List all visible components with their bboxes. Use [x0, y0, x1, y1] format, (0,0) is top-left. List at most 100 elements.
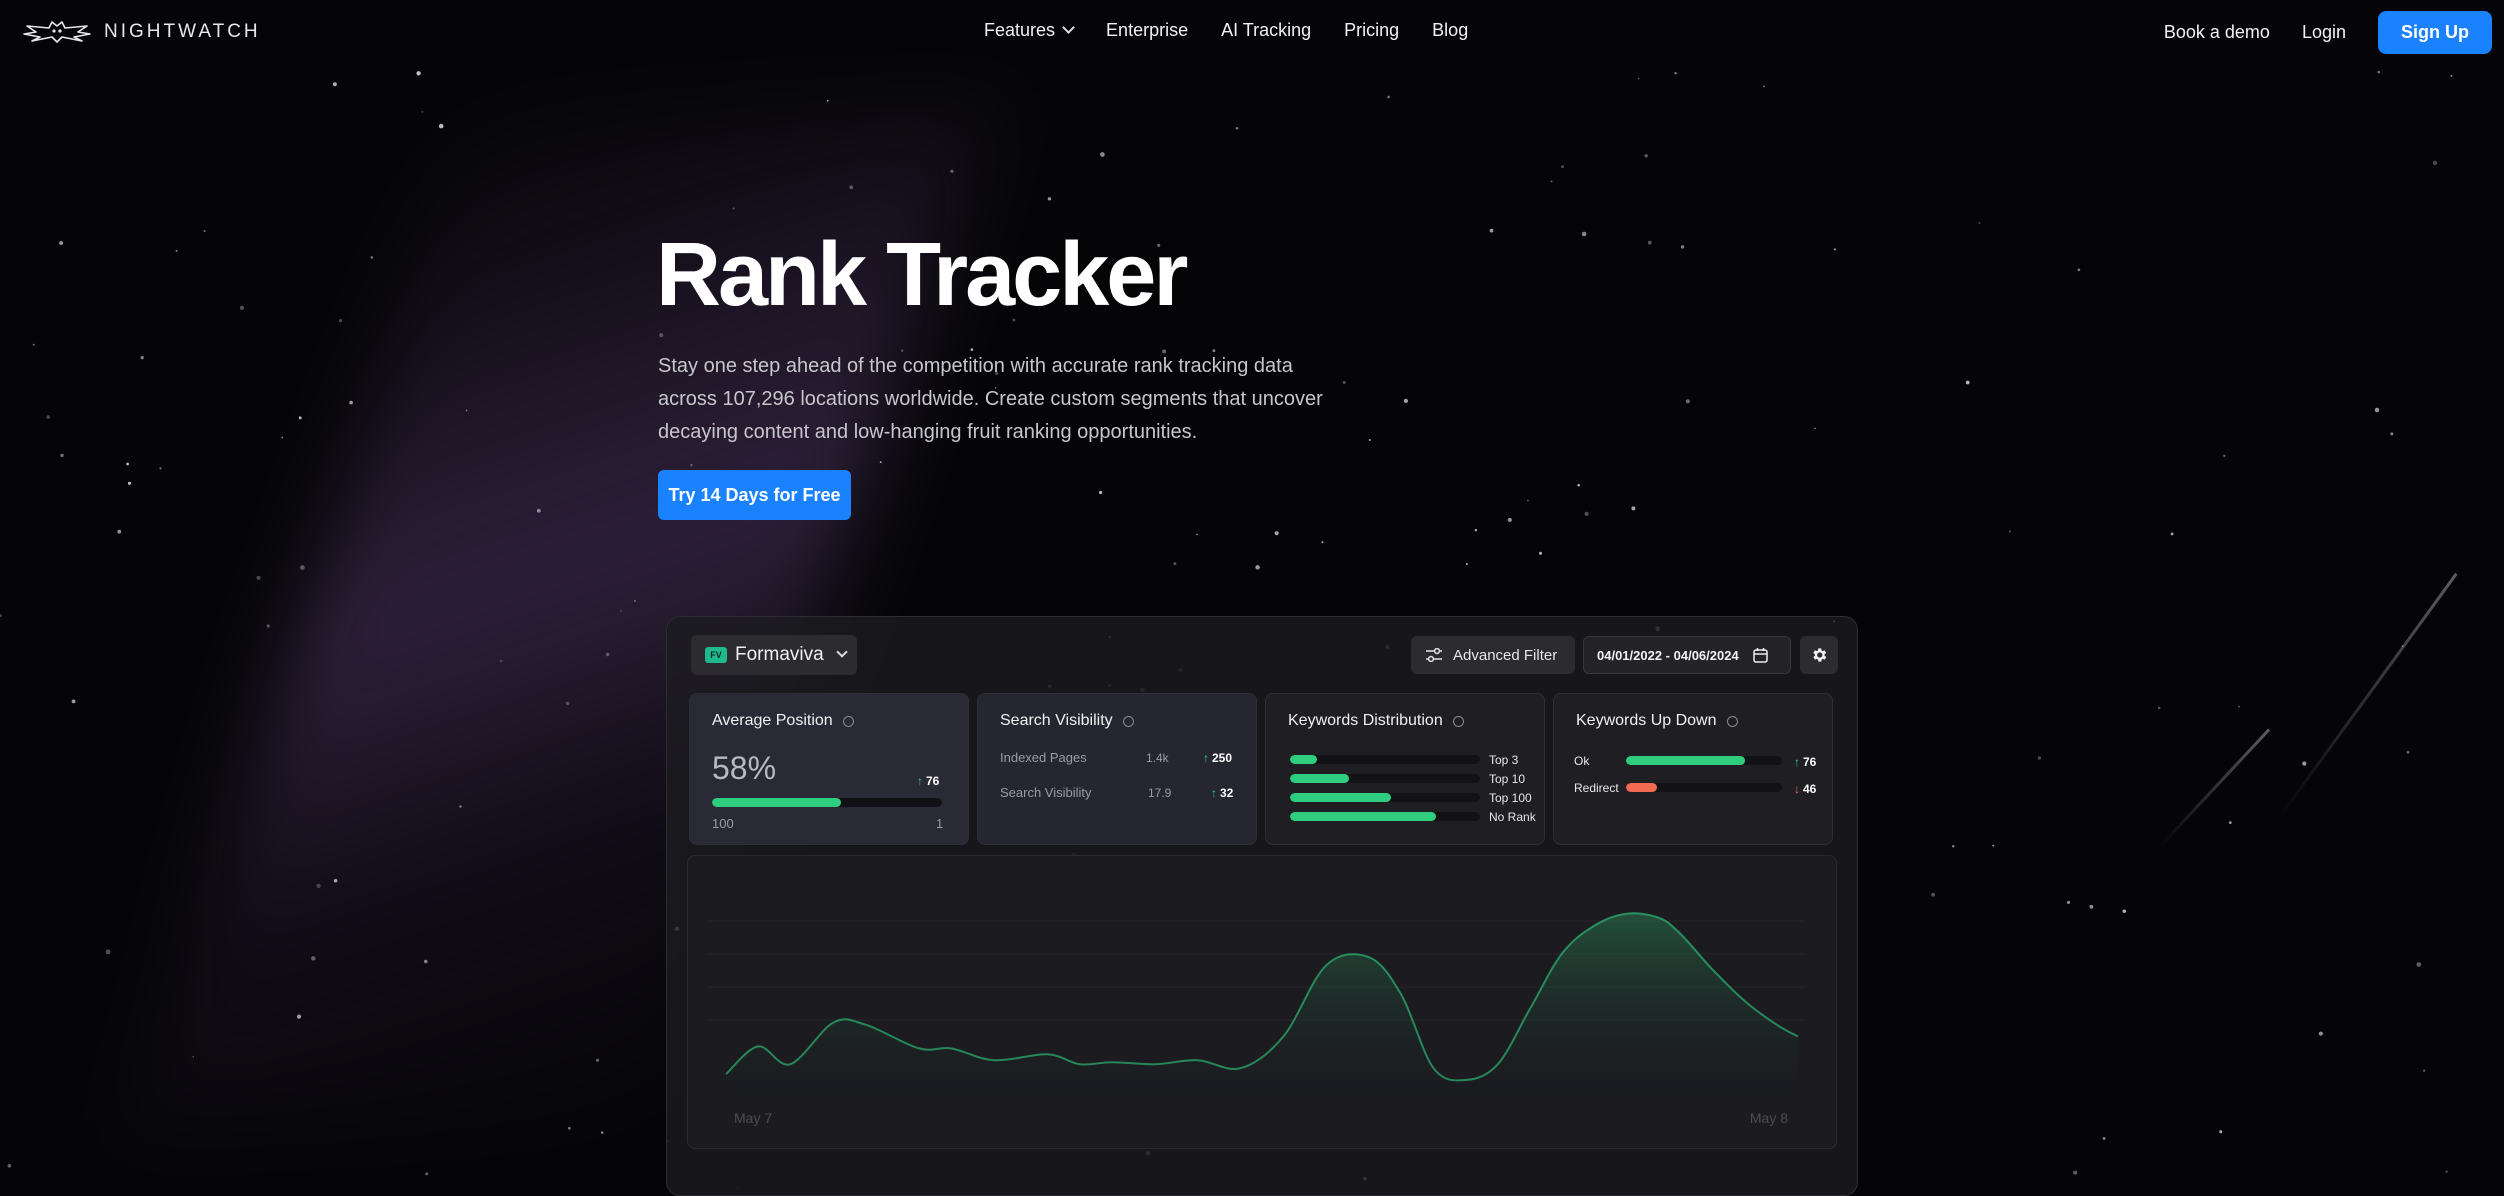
- star: [425, 1172, 429, 1176]
- signup-button[interactable]: Sign Up: [2378, 11, 2492, 54]
- project-selector[interactable]: FV Formaviva: [691, 635, 857, 675]
- search-visibility-change: ↑ 32: [1211, 784, 1233, 802]
- brand-name: NIGHTWATCH: [104, 21, 261, 42]
- nav-item-ai-tracking[interactable]: AI Tracking: [1221, 20, 1311, 41]
- star: [879, 461, 882, 464]
- search-visibility-value: 17.9: [1148, 786, 1172, 800]
- star: [1814, 427, 1816, 430]
- star: [2406, 750, 2410, 754]
- nav-item-blog[interactable]: Blog: [1432, 20, 1468, 41]
- indexed-pages-value: 1.4k: [1146, 751, 1169, 765]
- indexed-pages-label: Indexed Pages: [1000, 750, 1087, 765]
- book-demo-link[interactable]: Book a demo: [2164, 22, 2270, 43]
- star: [1685, 399, 1690, 404]
- keywords-distribution-card[interactable]: Keywords Distribution Top 3 Top 10 Top 1…: [1265, 693, 1545, 845]
- change-value: 32: [1220, 786, 1234, 800]
- star: [105, 949, 111, 955]
- distribution-bar: [1290, 774, 1480, 783]
- star: [203, 230, 206, 233]
- star: [300, 565, 305, 570]
- distribution-bar: [1290, 755, 1480, 764]
- card-title-text: Search Visibility: [1000, 712, 1113, 729]
- star: [1931, 892, 1936, 897]
- distribution-bar-fill: [1290, 755, 1317, 764]
- star: [1474, 528, 1478, 532]
- info-icon[interactable]: [1452, 715, 1464, 727]
- star: [339, 319, 343, 323]
- info-icon[interactable]: [1726, 715, 1738, 727]
- star: [2089, 904, 2094, 909]
- card-title-text: Average Position: [712, 712, 833, 729]
- date-range-picker[interactable]: 04/01/2022 - 04/06/2024: [1583, 636, 1791, 674]
- star: [2374, 407, 2380, 413]
- average-position-card[interactable]: Average Position 58% ↑ 76 100 1: [689, 693, 969, 845]
- chevron-down-icon: [1062, 21, 1075, 34]
- distribution-bar: [1290, 793, 1480, 802]
- star: [1255, 565, 1260, 570]
- star: [1274, 531, 1279, 536]
- updown-label: Ok: [1574, 754, 1590, 768]
- top-navigation: NIGHTWATCH Features Enterprise AI Tracki…: [0, 0, 2504, 64]
- arrow-up-icon: ↑: [1211, 786, 1217, 800]
- star: [281, 436, 284, 439]
- star: [127, 481, 132, 485]
- updown-bar-fill: [1626, 783, 1658, 792]
- search-visibility-card[interactable]: Search Visibility Indexed Pages 1.4k ↑ 25…: [977, 693, 1257, 845]
- distribution-label: No Rank: [1489, 810, 1536, 824]
- distribution-label: Top 3: [1489, 753, 1519, 767]
- star: [1644, 154, 1648, 158]
- keywords-up-down-card[interactable]: Keywords Up Down Ok ↑ 76 Redirect ↓ 46: [1553, 693, 1833, 845]
- updown-bar: [1626, 756, 1782, 765]
- card-title: Keywords Distribution: [1288, 712, 1464, 730]
- star: [175, 249, 178, 252]
- arrow-up-icon: ↑: [1203, 751, 1209, 765]
- star: [2066, 900, 2071, 905]
- star: [1368, 438, 1371, 442]
- nav-item-pricing[interactable]: Pricing: [1344, 20, 1399, 41]
- gear-icon: [1813, 648, 1827, 662]
- star: [117, 529, 122, 534]
- nav-item-enterprise[interactable]: Enterprise: [1106, 20, 1188, 41]
- average-position-bar: [712, 798, 942, 807]
- x-axis-start-label: May 7: [734, 1110, 773, 1126]
- distribution-bar: [1290, 812, 1480, 821]
- hero-subtitle: Stay one step ahead of the competition w…: [658, 355, 1323, 443]
- updown-change: ↑ 76: [1794, 753, 1816, 771]
- star: [256, 575, 261, 580]
- advanced-filter-label: Advanced Filter: [1453, 646, 1558, 664]
- ranking-area: [726, 913, 1798, 1116]
- star: [1952, 845, 1955, 848]
- owl-wings-icon: [23, 21, 91, 43]
- nav-item-features[interactable]: Features: [984, 20, 1075, 41]
- updown-label: Redirect: [1574, 781, 1619, 795]
- star: [0, 614, 2, 618]
- info-icon[interactable]: [842, 715, 854, 727]
- star: [1992, 844, 1995, 847]
- free-trial-button[interactable]: Try 14 Days for Free: [658, 470, 851, 520]
- bar-max-label: 1: [936, 816, 944, 831]
- star: [239, 305, 245, 310]
- star: [1637, 77, 1640, 80]
- star: [46, 415, 50, 419]
- settings-button[interactable]: [1800, 636, 1838, 674]
- star: [1584, 511, 1589, 517]
- arrow-down-icon: ↓: [1794, 782, 1800, 796]
- advanced-filter-button[interactable]: Advanced Filter: [1411, 636, 1575, 674]
- distribution-bar-fill: [1290, 812, 1437, 821]
- login-link[interactable]: Login: [2302, 22, 2346, 43]
- distribution-bar-fill: [1290, 793, 1391, 802]
- info-icon[interactable]: [1122, 715, 1134, 727]
- star: [32, 343, 35, 346]
- star: [2037, 756, 2042, 760]
- star: [1321, 541, 1324, 544]
- star: [2318, 1031, 2323, 1036]
- main-menu: Features Enterprise AI Tracking Pricing …: [984, 20, 1468, 41]
- page-title: Rank Tracker: [656, 225, 1188, 325]
- updown-bar-fill: [1626, 756, 1745, 765]
- star: [126, 462, 129, 466]
- ranking-chart[interactable]: May 7 May 8: [687, 855, 1837, 1149]
- ranking-chart-svg: [708, 912, 1806, 1116]
- star: [370, 256, 374, 259]
- star: [1403, 398, 1408, 403]
- brand-logo[interactable]: NIGHTWATCH: [22, 20, 261, 44]
